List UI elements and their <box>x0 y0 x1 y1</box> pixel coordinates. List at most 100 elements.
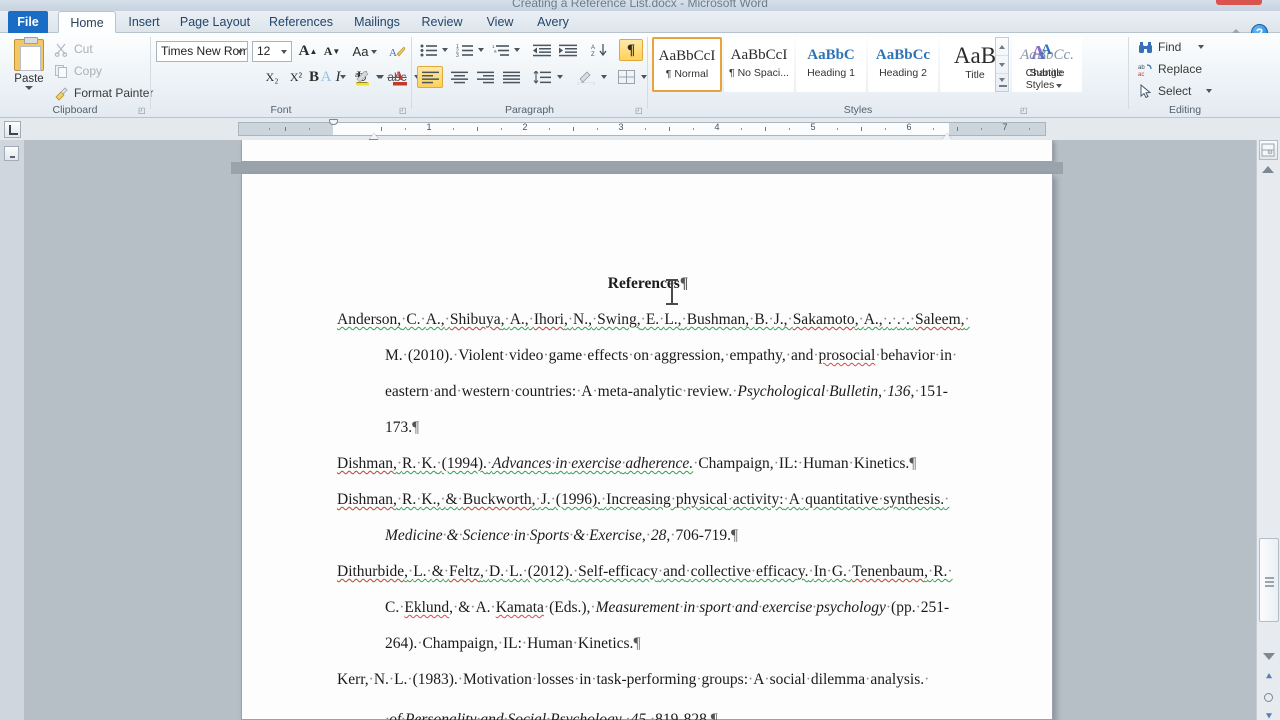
reference-dithurbide: Dithurbide,·L.·&·Feltz,·D.·L.·(2012).·Se… <box>337 563 953 652</box>
format-painter-button[interactable]: Format Painter <box>52 83 153 103</box>
align-center-icon[interactable] <box>446 66 472 88</box>
tab-view[interactable]: View <box>478 11 522 33</box>
show-formatting-marks-button[interactable]: ¶ <box>619 39 643 61</box>
align-left-icon[interactable] <box>417 66 443 88</box>
text-effects-dropdown[interactable] <box>337 66 348 88</box>
multilevel-list-icon[interactable]: 1a <box>489 39 511 61</box>
replace-button[interactable]: ab ac Replace <box>1136 59 1232 79</box>
bullets-icon[interactable] <box>417 39 439 61</box>
line-spacing-icon[interactable] <box>530 66 554 88</box>
svg-text:Z: Z <box>591 52 595 57</box>
increase-indent-icon[interactable] <box>556 39 580 61</box>
ruler-number: 6 <box>906 122 912 132</box>
binoculars-icon <box>1138 40 1153 55</box>
window-title: Creating a Reference List.docx - Microso… <box>512 0 768 10</box>
styles-scroll-down-button[interactable] <box>996 56 1008 74</box>
window-close-button[interactable] <box>1216 0 1262 5</box>
paste-button[interactable]: Paste <box>8 37 50 105</box>
superscript-label: X² <box>289 69 303 84</box>
paragraph-dialog-launcher[interactable]: ◰ <box>635 106 644 115</box>
change-styles-button[interactable]: AA Change Styles <box>1015 37 1073 109</box>
tab-page-layout[interactable]: Page Layout <box>172 11 258 33</box>
shading-icon[interactable] <box>574 66 598 88</box>
style-label: Heading 1 <box>807 67 855 79</box>
svg-text:A: A <box>1041 42 1052 58</box>
svg-text:a: a <box>494 48 497 53</box>
shading-dropdown[interactable] <box>598 66 609 88</box>
tab-avery[interactable]: Avery <box>528 11 578 33</box>
text-effects-label: A <box>320 68 332 85</box>
bullets-dropdown[interactable] <box>439 39 450 61</box>
scrollbar-thumb[interactable] <box>1259 538 1279 622</box>
font-color-button[interactable]: A <box>389 66 411 88</box>
references-heading: References¶ <box>607 275 689 292</box>
ruler-right-margin <box>949 123 1045 135</box>
group-styles: AaBbCcI ¶ Normal AaBbCcI ¶ No Spaci... A… <box>648 33 1091 118</box>
sort-icon[interactable]: AZ <box>588 39 612 61</box>
vertical-ruler-toggle[interactable] <box>4 146 19 161</box>
first-line-indent-marker[interactable] <box>329 119 338 125</box>
select-browse-object-button[interactable] <box>1261 688 1277 708</box>
tab-home[interactable]: Home <box>58 11 116 33</box>
font-name-input[interactable]: Times New Rom <box>156 41 248 62</box>
justify-icon[interactable] <box>498 66 524 88</box>
tab-review[interactable]: Review <box>414 11 470 33</box>
superscript-button[interactable]: X² <box>284 66 308 88</box>
reference-dishman-1994: Dishman,·R.·K.·(1994).·Advances·in·exerc… <box>337 455 917 472</box>
ribbon-tab-bar: File Home Insert Page Layout References … <box>0 11 1280 41</box>
line-spacing-dropdown[interactable] <box>554 66 565 88</box>
style-heading-1[interactable]: AaBbC Heading 1 <box>796 37 866 92</box>
select-button[interactable]: Select <box>1136 81 1228 101</box>
align-right-icon[interactable] <box>472 66 498 88</box>
vertical-scrollbar[interactable]: ⯅ ⯆ <box>1256 140 1280 720</box>
styles-more-button[interactable] <box>996 74 1008 92</box>
style-label: Heading 2 <box>879 67 927 79</box>
styles-gallery-scroll[interactable] <box>995 37 1009 92</box>
tab-mailings[interactable]: Mailings <box>344 11 410 33</box>
chevron-down-icon[interactable] <box>25 86 33 90</box>
text-effects-button[interactable]: A <box>315 66 337 88</box>
ruler-area: 1 2 3 4 5 6 7 <box>0 118 1280 144</box>
find-button[interactable]: Find <box>1136 37 1220 57</box>
decrease-indent-icon[interactable] <box>530 39 554 61</box>
split-window-handle[interactable] <box>1259 140 1278 160</box>
group-clipboard: Paste Cut Copy Format Painter Clipboard … <box>0 33 153 118</box>
change-styles-line2: Styles <box>1025 79 1055 91</box>
style-preview: AaBbCcI <box>658 48 716 64</box>
cut-button[interactable]: Cut <box>52 39 144 59</box>
select-label: Select <box>1158 84 1192 98</box>
document-body[interactable]: References¶ Anderson,·C.·A.,·Shibuya,·A.… <box>337 266 970 720</box>
horizontal-ruler[interactable]: 1 2 3 4 5 6 7 <box>238 119 1046 144</box>
numbering-icon[interactable]: 123 <box>453 39 475 61</box>
style-normal[interactable]: AaBbCcI ¶ Normal <box>652 37 722 92</box>
styles-scroll-up-button[interactable] <box>996 38 1008 56</box>
style-no-spacing[interactable]: AaBbCcI ¶ No Spaci... <box>724 37 794 92</box>
scroll-up-button[interactable] <box>1262 166 1274 173</box>
subscript-button[interactable]: X₂ <box>260 66 284 88</box>
tab-file[interactable]: File <box>8 11 48 33</box>
highlight-button[interactable]: ab <box>351 66 375 88</box>
numbering-dropdown[interactable] <box>475 39 486 61</box>
tab-references[interactable]: References <box>262 11 340 33</box>
style-heading-2[interactable]: AaBbCc Heading 2 <box>868 37 938 92</box>
paintbrush-icon <box>54 86 69 101</box>
document-page[interactable]: References¶ Anderson,·C.·A.,·Shibuya,·A.… <box>241 174 1053 720</box>
highlight-dropdown[interactable] <box>375 66 386 88</box>
document-canvas[interactable]: References¶ Anderson,·C.·A.,·Shibuya,·A.… <box>24 140 1256 720</box>
style-preview: AaBbCcI <box>730 47 788 63</box>
copy-button[interactable]: Copy <box>52 61 144 81</box>
previous-page-button[interactable]: ⯅ <box>1261 668 1277 688</box>
clipboard-dialog-launcher[interactable]: ◰ <box>138 106 147 115</box>
borders-icon[interactable] <box>614 66 638 88</box>
left-tab-stop-icon[interactable] <box>4 121 21 138</box>
styles-dialog-launcher[interactable]: ◰ <box>1020 106 1029 115</box>
reference-dishman-1996: Dishman,·R.·K.,·&·Buckworth,·J.·(1996).·… <box>337 491 950 544</box>
tab-insert[interactable]: Insert <box>120 11 168 33</box>
chevron-down-icon[interactable] <box>237 50 243 54</box>
ruler-number: 1 <box>426 122 432 132</box>
copy-icon <box>54 64 69 79</box>
right-indent-marker[interactable] <box>942 133 952 140</box>
multilevel-dropdown[interactable] <box>511 39 522 61</box>
scroll-down-button[interactable] <box>1261 648 1277 668</box>
next-page-button[interactable]: ⯆ <box>1261 708 1277 720</box>
